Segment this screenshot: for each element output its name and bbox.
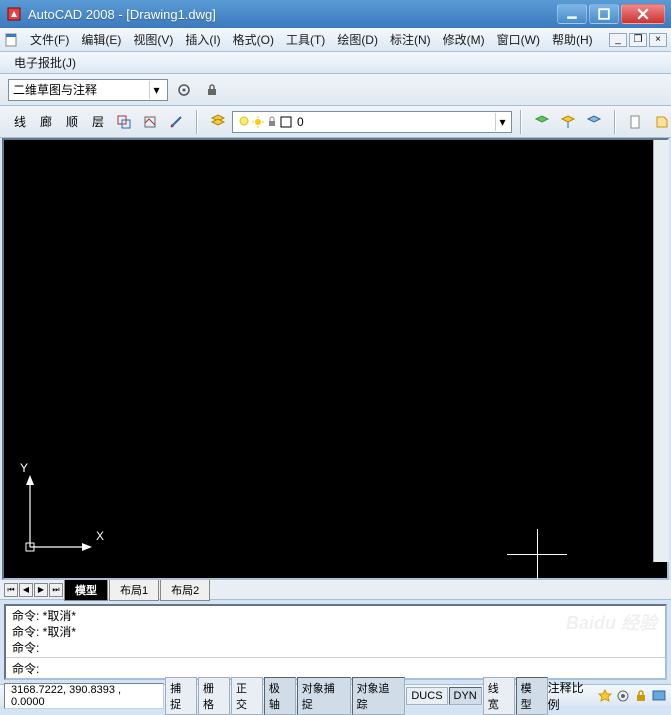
layer-tool-6[interactable] — [138, 110, 162, 134]
toolbar-separator — [520, 110, 522, 134]
minimize-button[interactable] — [557, 4, 587, 24]
command-history-line: 命令: — [12, 640, 659, 656]
workspace-lock-button[interactable] — [200, 78, 224, 102]
command-history-line: 命令: *取消* — [12, 608, 659, 624]
menubar: 文件(F) 编辑(E) 视图(V) 插入(I) 格式(O) 工具(T) 绘图(D… — [0, 28, 671, 52]
menu-tools[interactable]: 工具(T) — [280, 29, 331, 50]
status-model[interactable]: 模型 — [516, 677, 548, 715]
vertical-scrollbar[interactable] — [653, 140, 669, 562]
lock-icon — [265, 115, 279, 129]
layer-tool-7[interactable] — [164, 110, 188, 134]
workspace-input[interactable] — [13, 83, 149, 97]
tab-nav-prev[interactable]: ◀ — [19, 583, 33, 597]
clean-screen-icon[interactable] — [651, 688, 667, 704]
menu-window[interactable]: 窗口(W) — [491, 29, 546, 50]
layer-properties-button[interactable] — [206, 110, 230, 134]
dropdown-arrow-icon[interactable]: ▾ — [495, 113, 509, 131]
annotation-visibility-icon[interactable] — [615, 688, 631, 704]
layer-tool-3[interactable]: 顺 — [60, 110, 84, 134]
tool-btn-a[interactable] — [624, 110, 648, 134]
lightbulb-icon — [237, 115, 251, 129]
menubar-row2: 电子报批(J) — [0, 52, 671, 74]
window-title: AutoCAD 2008 - [Drawing1.dwg] — [28, 7, 557, 22]
status-dyn[interactable]: DYN — [449, 687, 482, 705]
layer-previous-button[interactable] — [582, 110, 606, 134]
tab-layout2[interactable]: 布局2 — [160, 579, 210, 601]
command-window: 命令: *取消* 命令: *取消* 命令: 命令: — [4, 604, 667, 680]
command-history[interactable]: 命令: *取消* 命令: *取消* 命令: — [6, 606, 665, 658]
menu-view[interactable]: 视图(V) — [127, 29, 179, 50]
statusbar: 3168.7222, 390.8393 , 0.0000 捕捉 栅格 正交 极轴… — [0, 684, 671, 706]
tab-layout1[interactable]: 布局1 — [109, 579, 159, 601]
mdi-close-button[interactable]: × — [649, 33, 667, 47]
layer-tool-1[interactable]: 线 — [8, 110, 32, 134]
layer-tool-2[interactable]: 廊 — [34, 110, 58, 134]
document-icon — [4, 32, 20, 48]
workspace-combo[interactable]: ▾ — [8, 79, 168, 101]
menu-edit[interactable]: 编辑(E) — [75, 29, 127, 50]
ucs-y-label: Y — [20, 461, 28, 475]
toolbar-layers: 线 廊 顺 层 0 ▾ — [0, 106, 671, 138]
menu-file[interactable]: 文件(F) — [24, 29, 75, 50]
layer-match-button[interactable] — [556, 110, 580, 134]
status-ortho[interactable]: 正交 — [231, 677, 263, 715]
mdi-minimize-button[interactable]: _ — [609, 33, 627, 47]
status-otrack[interactable]: 对象追踪 — [352, 677, 406, 715]
lock-ui-icon[interactable] — [633, 688, 649, 704]
workspace-settings-button[interactable] — [172, 78, 196, 102]
window-titlebar: AutoCAD 2008 - [Drawing1.dwg] — [0, 0, 671, 28]
status-snap[interactable]: 捕捉 — [165, 677, 197, 715]
color-swatch-icon — [279, 115, 293, 129]
layer-tool-4[interactable]: 层 — [86, 110, 110, 134]
menu-approve[interactable]: 电子报批(J) — [8, 52, 82, 73]
menu-dimension[interactable]: 标注(N) — [384, 29, 437, 50]
status-coordinates[interactable]: 3168.7222, 390.8393 , 0.0000 — [4, 683, 164, 709]
status-osnap[interactable]: 对象捕捉 — [297, 677, 351, 715]
tab-nav-next[interactable]: ▶ — [34, 583, 48, 597]
mdi-restore-button[interactable]: ❐ — [629, 33, 647, 47]
tool-btn-b[interactable] — [650, 110, 671, 134]
tab-nav-last[interactable]: ⏭ — [49, 583, 63, 597]
menu-draw[interactable]: 绘图(D) — [331, 29, 384, 50]
menu-modify[interactable]: 修改(M) — [437, 29, 491, 50]
layer-name: 0 — [297, 115, 304, 129]
status-ducs[interactable]: DUCS — [406, 687, 447, 705]
command-input-row: 命令: — [6, 658, 665, 678]
layout-tabs: ⏮ ◀ ▶ ⏭ 模型 布局1 布局2 — [0, 580, 671, 600]
sun-icon — [251, 115, 265, 129]
command-prompt: 命令: — [12, 660, 39, 677]
menu-format[interactable]: 格式(O) — [227, 29, 280, 50]
status-polar[interactable]: 极轴 — [264, 677, 296, 715]
maximize-button[interactable] — [589, 4, 619, 24]
annotation-scale-icon[interactable] — [597, 688, 613, 704]
toolbar-workspace: ▾ — [0, 74, 671, 106]
command-history-line: 命令: *取消* — [12, 624, 659, 640]
layer-state-button[interactable] — [530, 110, 554, 134]
layer-tool-5[interactable] — [112, 110, 136, 134]
status-annoscale-label: 注释比例 — [548, 679, 596, 713]
command-input[interactable] — [41, 661, 659, 675]
status-lwt[interactable]: 线宽 — [483, 677, 515, 715]
drawing-canvas[interactable]: Y X — [2, 138, 669, 580]
ucs-icon: Y X — [20, 467, 100, 560]
status-grid[interactable]: 栅格 — [198, 677, 230, 715]
ucs-x-label: X — [96, 529, 104, 543]
tab-nav-first[interactable]: ⏮ — [4, 583, 18, 597]
toolbar-separator — [614, 110, 616, 134]
app-icon — [6, 6, 22, 22]
layer-combo[interactable]: 0 ▾ — [232, 111, 512, 133]
toolbar-separator — [196, 110, 198, 134]
menu-insert[interactable]: 插入(I) — [179, 29, 226, 50]
menu-help[interactable]: 帮助(H) — [546, 29, 599, 50]
close-button[interactable] — [621, 4, 665, 24]
tab-model[interactable]: 模型 — [64, 579, 108, 601]
dropdown-arrow-icon[interactable]: ▾ — [149, 81, 163, 99]
